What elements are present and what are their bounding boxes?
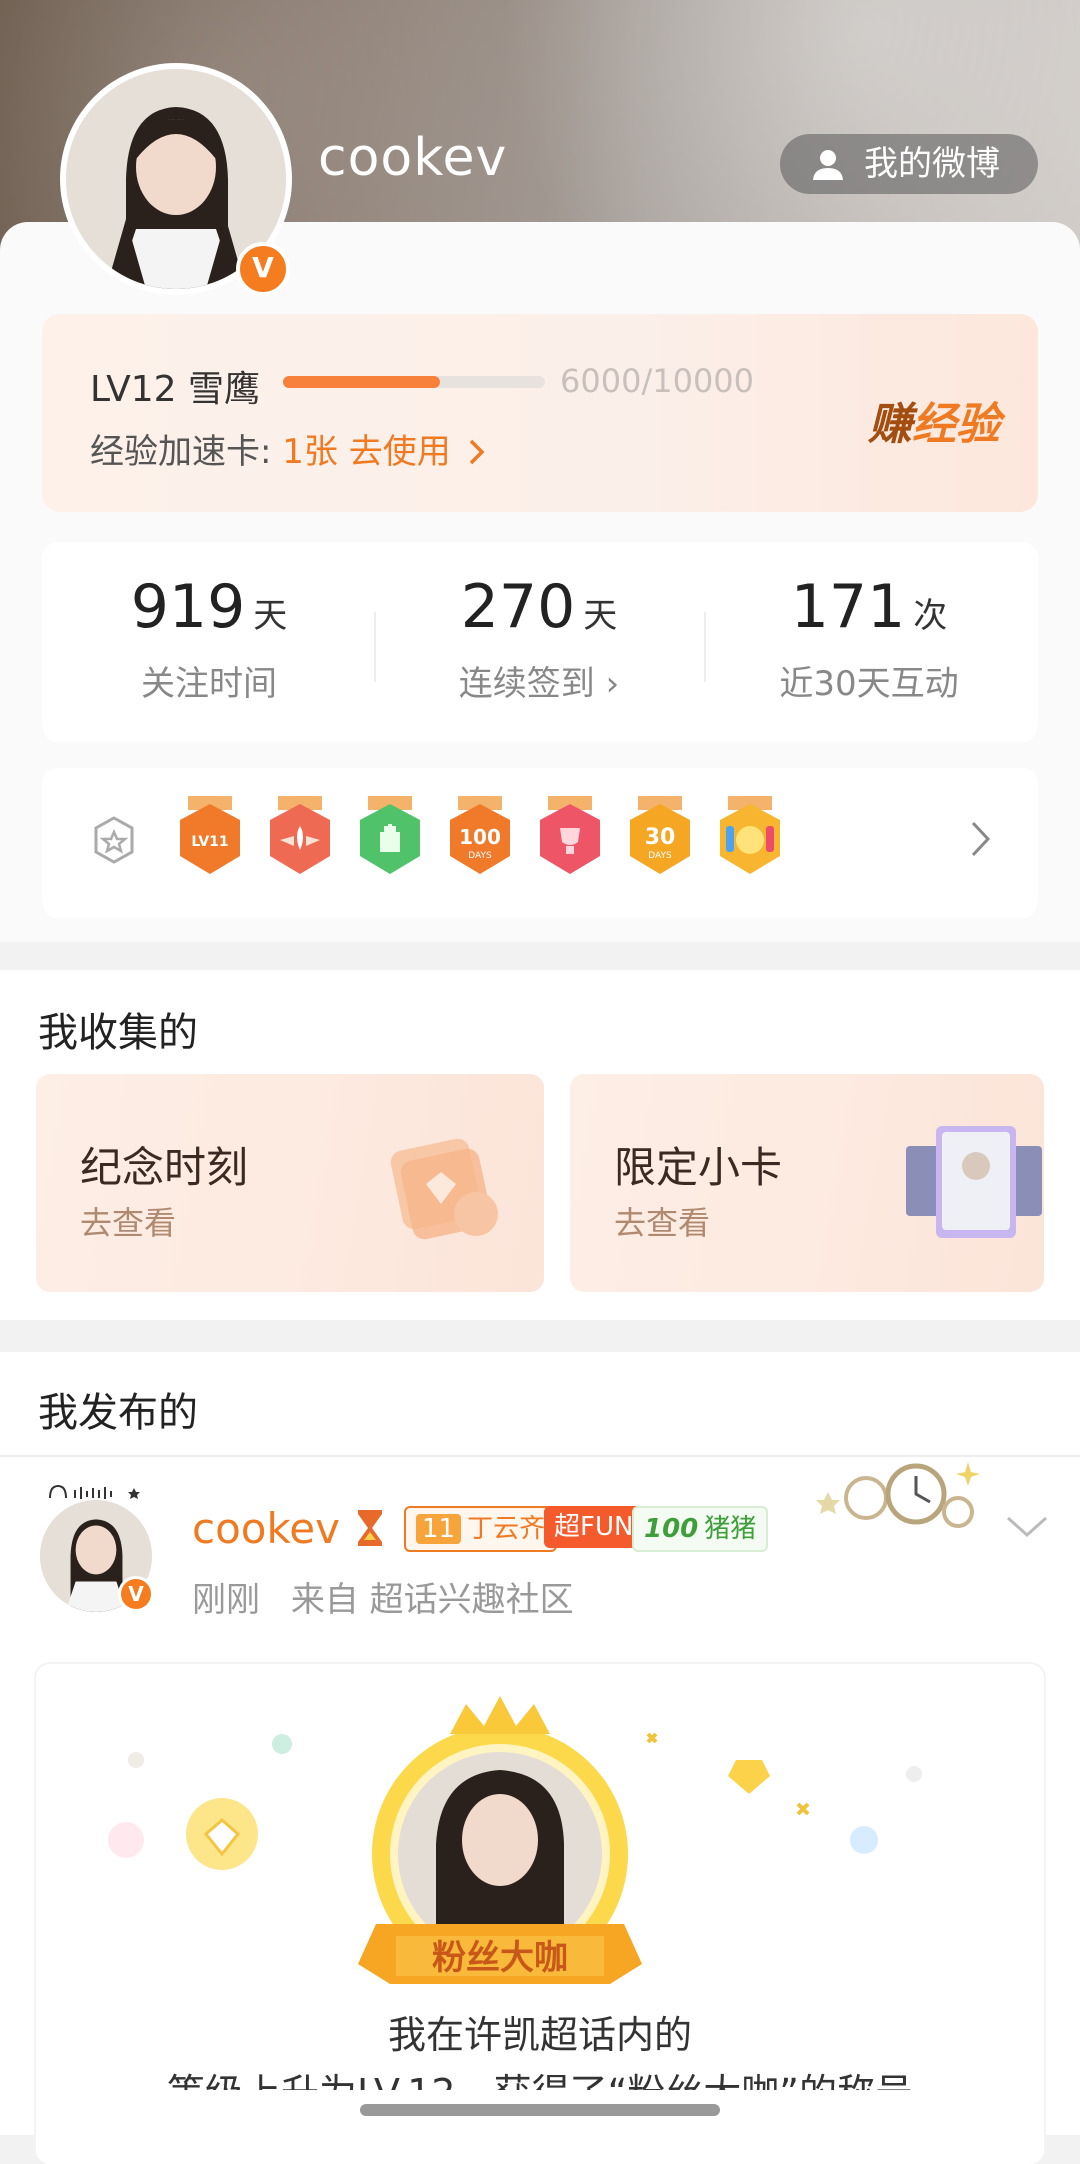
days-word: DAYS [648, 851, 672, 861]
stat-interactions: 171 次 近30天互动 [704, 572, 1034, 705]
home-indicator[interactable] [360, 2104, 720, 2116]
tag-100-text: 100 [644, 1514, 699, 1544]
post-author-name[interactable]: cookev [192, 1504, 340, 1553]
photo-cards-icon [906, 1126, 1042, 1238]
profile-username: cookev [318, 128, 508, 188]
speed-card-label: 经验加速卡: [90, 432, 272, 472]
stat-checkin-days[interactable]: 270 天 连续签到 › [374, 572, 704, 705]
speed-card-use-link[interactable]: 1张 去使用 [282, 432, 450, 472]
days100-text: 100 [459, 825, 501, 849]
days-word: DAYS [468, 851, 492, 861]
stat-unit: 天 [583, 596, 618, 636]
memorial-moments-card[interactable]: 纪念时刻 去查看 [36, 1074, 544, 1292]
card-action: 去查看 [614, 1204, 711, 1242]
verified-badge-icon: V [118, 1576, 154, 1612]
stat-follow-days: 919 天 关注时间 [44, 572, 374, 705]
chevron-right-icon [469, 439, 485, 465]
section-gap [0, 1320, 1080, 1352]
pig-tag[interactable]: 100 猪猪 [632, 1506, 769, 1552]
hourglass-icon [358, 1510, 382, 1546]
section-gap [0, 942, 1080, 970]
wings-medal-icon[interactable] [266, 796, 334, 880]
30days-medal-icon[interactable]: 30 DAYS [626, 796, 694, 880]
cheer-medal-icon[interactable] [716, 796, 784, 880]
clock-decoration-icon [816, 1462, 980, 1528]
verified-badge-icon: V [236, 242, 290, 296]
trophy-medal-icon[interactable] [536, 796, 604, 880]
calendar-diamond-icon [390, 1138, 498, 1240]
card-action: 去查看 [80, 1204, 177, 1242]
post-text-line-2: 等级上升为LV.12，获得了“粉丝大咖”的称号 [0, 2062, 1080, 2090]
level-title: LV12 雪鹰 [90, 369, 260, 410]
level-progress-fill [283, 376, 441, 388]
stat-value: 270 [460, 572, 576, 642]
speed-card-row[interactable]: 经验加速卡: 1张 去使用 [90, 424, 486, 473]
post-time: 刚刚 [192, 1580, 260, 1620]
level-progress-text: 6000/10000 [560, 362, 755, 400]
fan-level-tag[interactable]: 11 丁云齐 [404, 1506, 558, 1552]
earn-exp-button[interactable]: 赚经验 [868, 388, 1000, 452]
chevron-down-icon[interactable] [1005, 1515, 1049, 1539]
collected-title: 我收集的 [38, 1010, 198, 1056]
published-title: 我发布的 [38, 1390, 198, 1436]
card-title: 纪念时刻 [80, 1143, 249, 1192]
earn-label-2: 经验 [912, 399, 1000, 450]
pig-tag-name: 猪猪 [704, 1514, 757, 1544]
stat-label: 关注时间 [141, 664, 277, 704]
hand-medal-icon[interactable] [356, 796, 424, 880]
100days-medal-icon[interactable]: 100 DAYS [446, 796, 514, 880]
super-fun-tag[interactable]: 超FUN [544, 1506, 644, 1548]
user-icon [813, 150, 843, 180]
lv11-medal-icon[interactable]: LV11 [176, 796, 244, 880]
stat-label: 连续签到 › [458, 664, 620, 704]
fan-level-number: 11 [416, 1514, 462, 1544]
stat-unit: 次 [913, 596, 948, 636]
post-source[interactable]: 来自 超话兴趣社区 [291, 1580, 574, 1620]
chevron-right-icon[interactable] [970, 820, 992, 858]
fan-tag-name: 丁云齐 [467, 1514, 546, 1544]
post-meta: 刚刚 来自 超话兴趣社区 [192, 1572, 574, 1621]
earn-label-1: 赚 [868, 399, 912, 450]
stat-label: 近30天互动 [779, 664, 959, 704]
stat-unit: 天 [253, 596, 288, 636]
medal-icon[interactable] [92, 816, 136, 866]
post-text-line-1: 我在许凯超话内的 [387, 2013, 692, 2057]
my-weibo-button[interactable]: 我的微博 [780, 134, 1038, 194]
lv-text: LV11 [191, 834, 228, 850]
ribbon-text: 粉丝大咖 [432, 1938, 568, 1978]
stat-value: 919 [130, 572, 246, 642]
days30-text: 30 [645, 825, 676, 850]
stat-value: 171 [790, 572, 906, 642]
limited-cards-card[interactable]: 限定小卡 去查看 [570, 1074, 1044, 1292]
my-weibo-label: 我的微博 [864, 144, 1000, 184]
card-title: 限定小卡 [614, 1143, 783, 1192]
